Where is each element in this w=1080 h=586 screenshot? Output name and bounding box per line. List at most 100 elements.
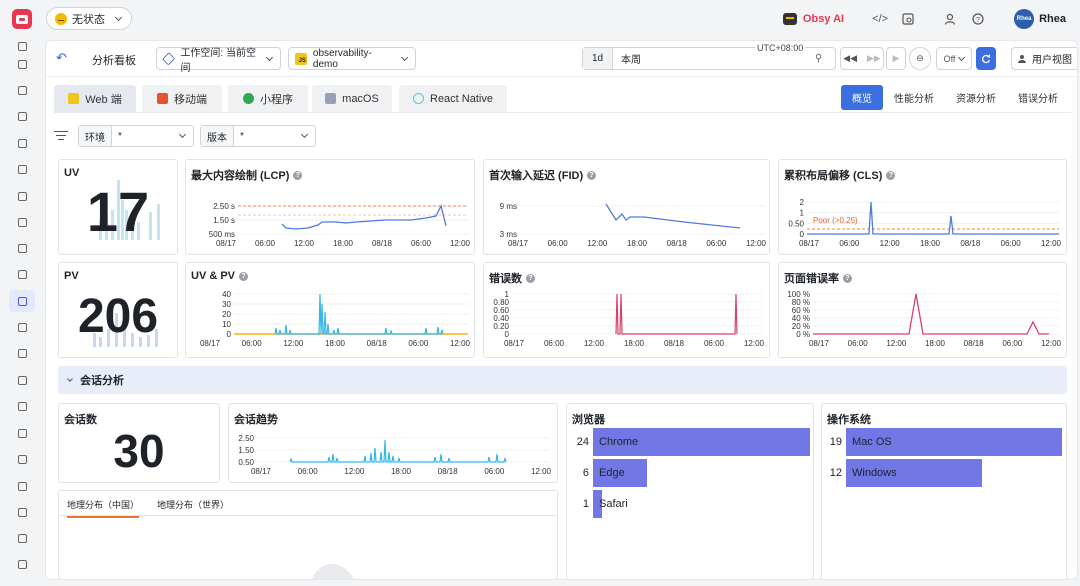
zoom-out-icon[interactable]: ⊖ (909, 47, 931, 70)
uv-value: 17 (86, 180, 150, 243)
lcp-chart: 2.50 s 1.50 s 500 ms08/17 06:00 12:00 18:00 08… (209, 202, 471, 248)
errors-series (615, 293, 738, 335)
sidebar-item-bugs[interactable] (14, 135, 30, 151)
tab-miniprogram[interactable]: 小程序 (228, 85, 308, 112)
tab-resources[interactable]: 资源分析 (945, 85, 1007, 110)
tab-macos[interactable]: macOS (312, 85, 392, 112)
app-selector[interactable]: JS observability-demo (288, 47, 416, 70)
sidebar-item-documents[interactable] (14, 56, 30, 72)
sidebar-item-integrations[interactable] (14, 530, 30, 546)
user-name[interactable]: Rhea (1039, 13, 1066, 25)
obsy-ai-button[interactable]: Obsy AI (782, 13, 845, 25)
x-tick-label: 08/17 (809, 339, 830, 348)
storage-icon (17, 428, 27, 438)
bar-label: Edge (599, 467, 625, 479)
tab-label: 小程序 (260, 93, 293, 106)
sidebar-item-storage[interactable] (14, 425, 30, 441)
avatar[interactable]: Rhea (1014, 9, 1035, 29)
session-trend-panel: 会话趋势 2.50 1.50 0.50 08/17 06:00 12:00 18:00 08/… (228, 403, 558, 483)
sidebar-item-deploy[interactable] (14, 451, 30, 467)
play-icon[interactable]: ▶ (886, 47, 906, 70)
tab-errors[interactable]: 错误分析 (1007, 85, 1069, 110)
x-tick-label: 06:00 (704, 339, 725, 348)
time-range-input[interactable]: 本周 (621, 51, 815, 66)
bar-value: 6 (582, 467, 589, 479)
errors-chart: 10.800.600.400.20008/17 06:00 12:00 18:00 08… (493, 290, 764, 348)
sidebar-item-search[interactable] (14, 240, 30, 256)
os-panel: 操作系统 19 Mac OS 12 Windows (821, 403, 1067, 579)
sidebar-item-monitor[interactable] (14, 345, 30, 361)
archive-icon (17, 507, 27, 517)
user-icon[interactable] (936, 8, 964, 30)
map-shape (312, 563, 354, 579)
x-tick-label: 12:00 (450, 239, 471, 248)
sidebar-item-list[interactable] (14, 266, 30, 282)
x-tick-label: 08/17 (799, 239, 820, 248)
sidebar-item-home[interactable] (14, 38, 30, 54)
env-filter[interactable]: 环境 * (78, 125, 194, 147)
x-tick-label: 18:00 (391, 467, 412, 476)
y-tick-label: 500 ms (209, 230, 235, 239)
sidebar-item-tags[interactable] (14, 319, 30, 335)
users-icon (1018, 54, 1026, 63)
tab-mobile[interactable]: 移动端 (142, 85, 222, 112)
tab-overview[interactable]: 概览 (841, 85, 883, 110)
y-tick-label: 0 (800, 230, 805, 239)
fid-chart: 9 ms 3 ms08/17 06:00 12:00 18:00 08/18 06:00 12… (500, 202, 767, 248)
sidebar-item-settings[interactable] (14, 478, 30, 494)
pin-icon[interactable]: ⚲ (815, 53, 835, 64)
back-arrow-icon[interactable]: ↶ (56, 51, 67, 64)
uvpv-panel: UV & PV? 40 30 20 10 0 08/17 06:00 12:00 18:00 08… (185, 262, 475, 358)
pv-panel: PV 206 (58, 262, 178, 358)
filter-icon[interactable] (54, 131, 68, 141)
app-logo[interactable] (12, 9, 32, 29)
obsy-ai-label: Obsy AI (802, 13, 845, 25)
help-icon[interactable]: ? (964, 8, 992, 30)
screen-search-icon[interactable] (894, 8, 922, 30)
x-tick-label: 08/17 (216, 239, 237, 248)
session-section-header[interactable]: 会话分析 (58, 366, 1067, 394)
sidebar-item-archive[interactable] (14, 504, 30, 520)
tab-react-native[interactable]: React Native (399, 85, 507, 112)
sidebar-item-metrics[interactable] (14, 214, 30, 230)
workspace-selector[interactable]: 工作空间: 当前空间 (156, 47, 281, 74)
refresh-button[interactable] (976, 47, 996, 70)
x-tick-label: 12:00 (531, 467, 552, 476)
status-selector[interactable]: 无状态 (46, 7, 132, 30)
x-tick-label: 12:00 (450, 339, 471, 348)
chevron-down-icon (300, 130, 309, 139)
sidebar-item-network[interactable] (14, 161, 30, 177)
sidebar-item-dashboard[interactable] (9, 290, 35, 312)
refresh-interval-select[interactable]: Off (936, 47, 972, 70)
y-tick-label: 0.50 (238, 458, 254, 467)
user-view-button[interactable]: 用户视图 (1011, 47, 1077, 70)
version-filter[interactable]: 版本 * (200, 125, 316, 147)
lcp-panel: 最大内容绘制 (LCP)? 2.50 s 1.50 s 500 ms 08/17 06:… (185, 159, 475, 255)
mobile-icon (157, 93, 168, 104)
chevron-down-icon (178, 130, 187, 139)
sidebar-item-scan[interactable] (14, 108, 30, 124)
sidebar-item-database[interactable] (14, 398, 30, 414)
sidebar-item-calendar[interactable] (14, 82, 30, 98)
rewind-icon[interactable]: ◀◀ (838, 53, 862, 64)
env-filter-key: 环境 (79, 126, 112, 146)
code-icon[interactable]: </> (866, 8, 894, 30)
status-label: 无状态 (72, 13, 105, 26)
workspace-label: 工作空间: 当前空间 (180, 47, 256, 74)
x-tick-label: 06:00 (484, 467, 505, 476)
sidebar (0, 38, 44, 586)
time-unit[interactable]: 1d (583, 48, 613, 69)
tab-web[interactable]: Web 端 (54, 85, 136, 112)
sidebar-item-security[interactable] (14, 372, 30, 388)
bar-row: 1 Safari (567, 490, 813, 518)
refresh-mode: Off (943, 53, 956, 64)
tab-performance[interactable]: 性能分析 (883, 85, 945, 110)
forward-icon[interactable]: ▶▶ (862, 53, 886, 64)
version-filter-value: * (240, 130, 244, 142)
sidebar-item-logs[interactable] (14, 188, 30, 204)
x-tick-label: 18:00 (624, 339, 645, 348)
x-tick-label: 06:00 (242, 339, 263, 348)
sidebar-collapse[interactable] (14, 556, 30, 572)
y-tick-label: 3 ms (500, 230, 517, 239)
x-tick-label: 08/17 (508, 239, 529, 248)
